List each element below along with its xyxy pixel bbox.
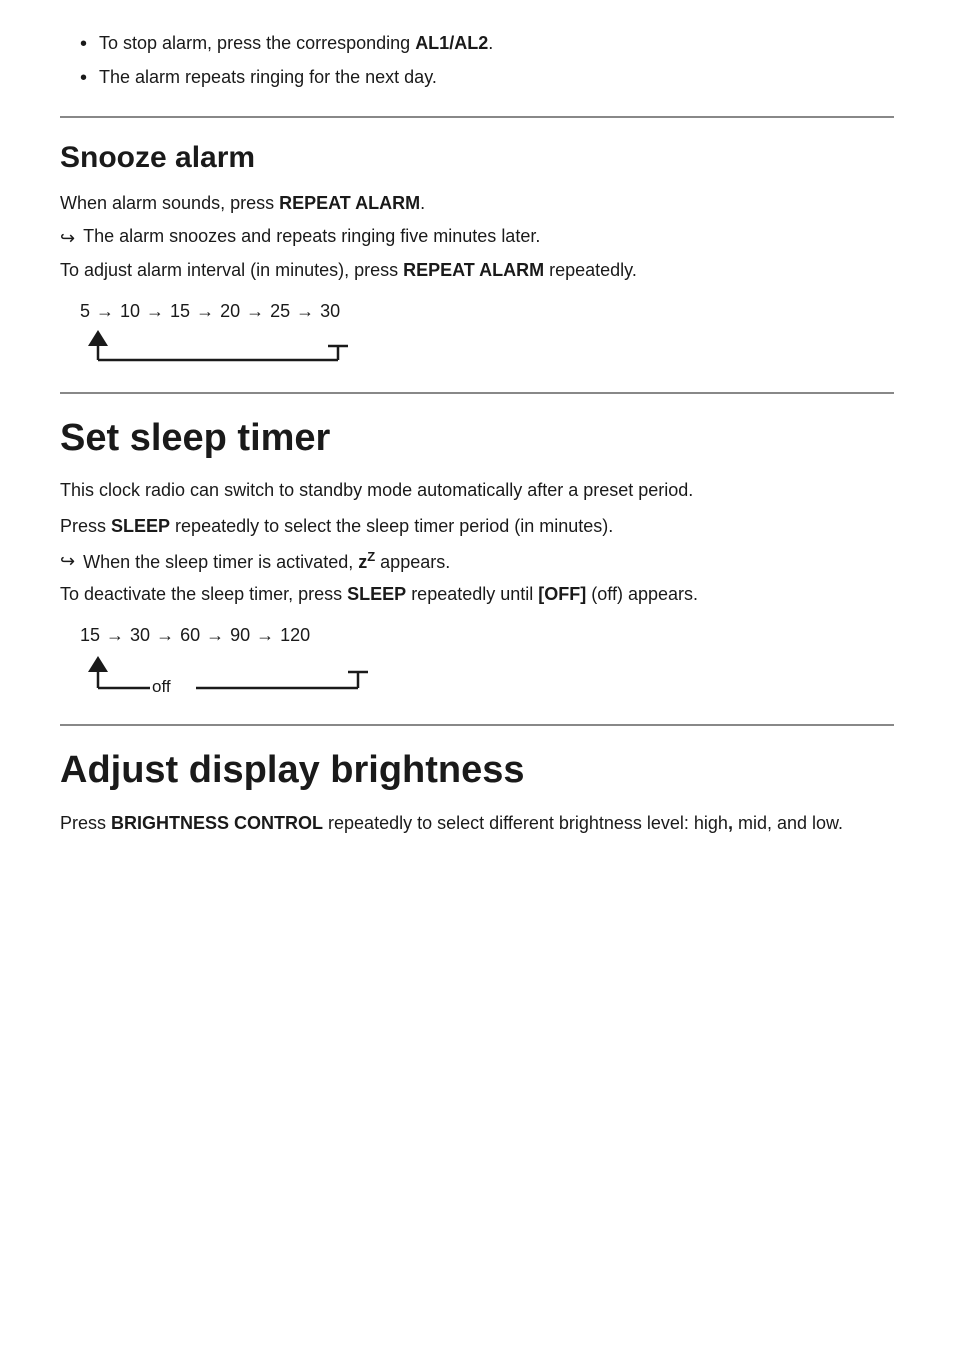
bullet1-text: To stop alarm, press the corresponding A… (99, 30, 493, 57)
bullet-dot: • (80, 64, 87, 92)
svg-text:off: off (152, 677, 171, 696)
bullet-list: • To stop alarm, press the corresponding… (60, 30, 894, 92)
snooze-diagram: 5 → 10 → 15 → 20 → 25 → 30 (80, 301, 894, 364)
list-item: • To stop alarm, press the corresponding… (80, 30, 894, 58)
sleep-cycle-box: off (80, 652, 390, 696)
snooze-para2: To adjust alarm interval (in minutes), p… (60, 257, 894, 285)
snooze-title: Snooze alarm (60, 140, 894, 176)
brightness-section: Adjust display brightness Press BRIGHTNE… (60, 726, 894, 863)
brightness-para1: Press BRIGHTNESS CONTROL repeatedly to s… (60, 810, 894, 838)
result-arrow-icon: ↪ (60, 228, 75, 249)
brightness-title: Adjust display brightness (60, 748, 894, 794)
snooze-result1: ↪ The alarm snoozes and repeats ringing … (60, 226, 894, 249)
top-section: • To stop alarm, press the corresponding… (60, 20, 894, 118)
sleep-para1: This clock radio can switch to standby m… (60, 477, 894, 505)
snooze-cycle-svg (80, 328, 360, 364)
snooze-section: Snooze alarm When alarm sounds, press RE… (60, 118, 894, 394)
result-arrow-icon: ↪ (60, 551, 75, 572)
snooze-para1: When alarm sounds, press REPEAT ALARM. (60, 190, 894, 218)
sleep-para2: Press SLEEP repeatedly to select the sle… (60, 513, 894, 541)
sleep-cycle-svg: off (80, 652, 390, 696)
snooze-flow-row: 5 → 10 → 15 → 20 → 25 → 30 (80, 301, 894, 322)
sleep-diagram: 15 → 30 → 60 → 90 → 120 (80, 625, 894, 696)
sleep-section: Set sleep timer This clock radio can swi… (60, 394, 894, 726)
bullet-dot: • (80, 30, 87, 58)
list-item: • The alarm repeats ringing for the next… (80, 64, 894, 92)
sleep-title: Set sleep timer (60, 416, 894, 462)
sleep-para3: To deactivate the sleep timer, press SLE… (60, 581, 894, 609)
sleep-result1: ↪ When the sleep timer is activated, zZ … (60, 549, 894, 573)
snooze-cycle-box (80, 328, 360, 364)
sleep-flow-row: 15 → 30 → 60 → 90 → 120 (80, 625, 894, 646)
